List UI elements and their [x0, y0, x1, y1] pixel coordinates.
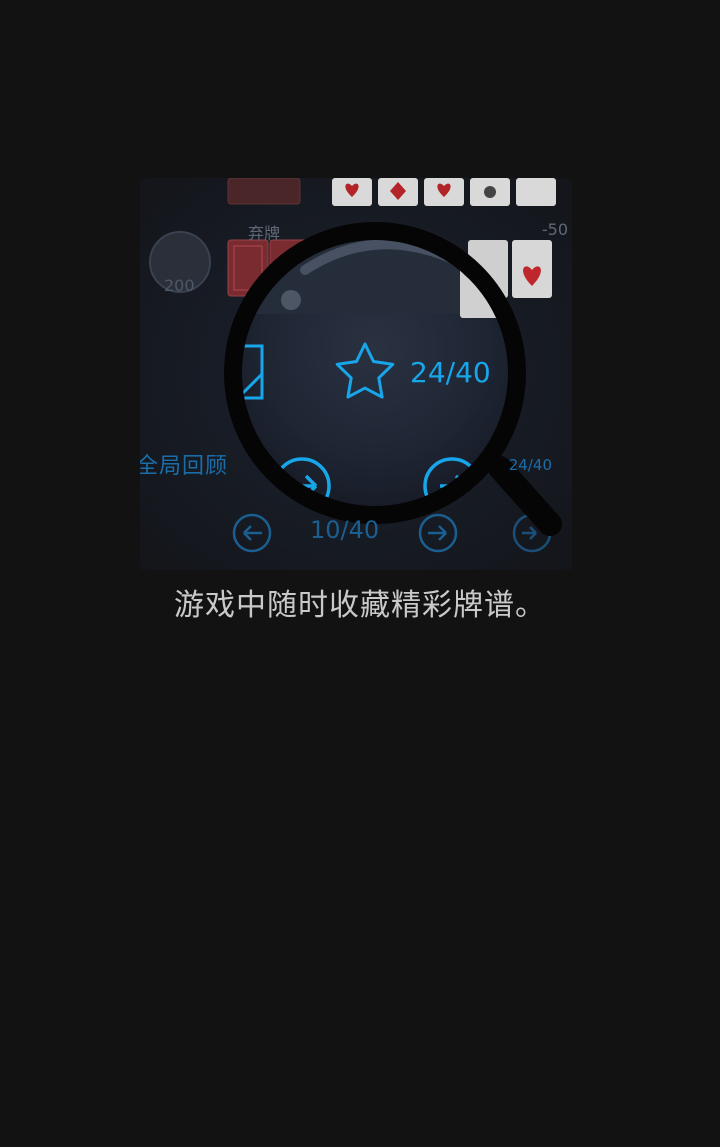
small-card — [516, 178, 556, 206]
feature-illustration: 弃牌 -50 200 全局回顾 24/40 10/40 — [140, 178, 572, 570]
club-icon — [484, 186, 496, 198]
feature-caption: 游戏中随时收藏精彩牌谱。 — [174, 588, 546, 623]
discard-label: 弃牌 — [248, 224, 281, 243]
review-title: 全局回顾 — [140, 454, 229, 479]
game-board-scene — [149, 178, 562, 553]
top-card-row — [227, 178, 556, 206]
player-score: 200 — [164, 276, 195, 295]
lens-page-counter: 24/40 — [410, 356, 491, 389]
card — [512, 240, 552, 298]
mini-page-counter: 24/40 — [508, 456, 552, 474]
penalty-label: -50 — [541, 220, 568, 239]
page-counter: 10/40 — [310, 516, 380, 544]
